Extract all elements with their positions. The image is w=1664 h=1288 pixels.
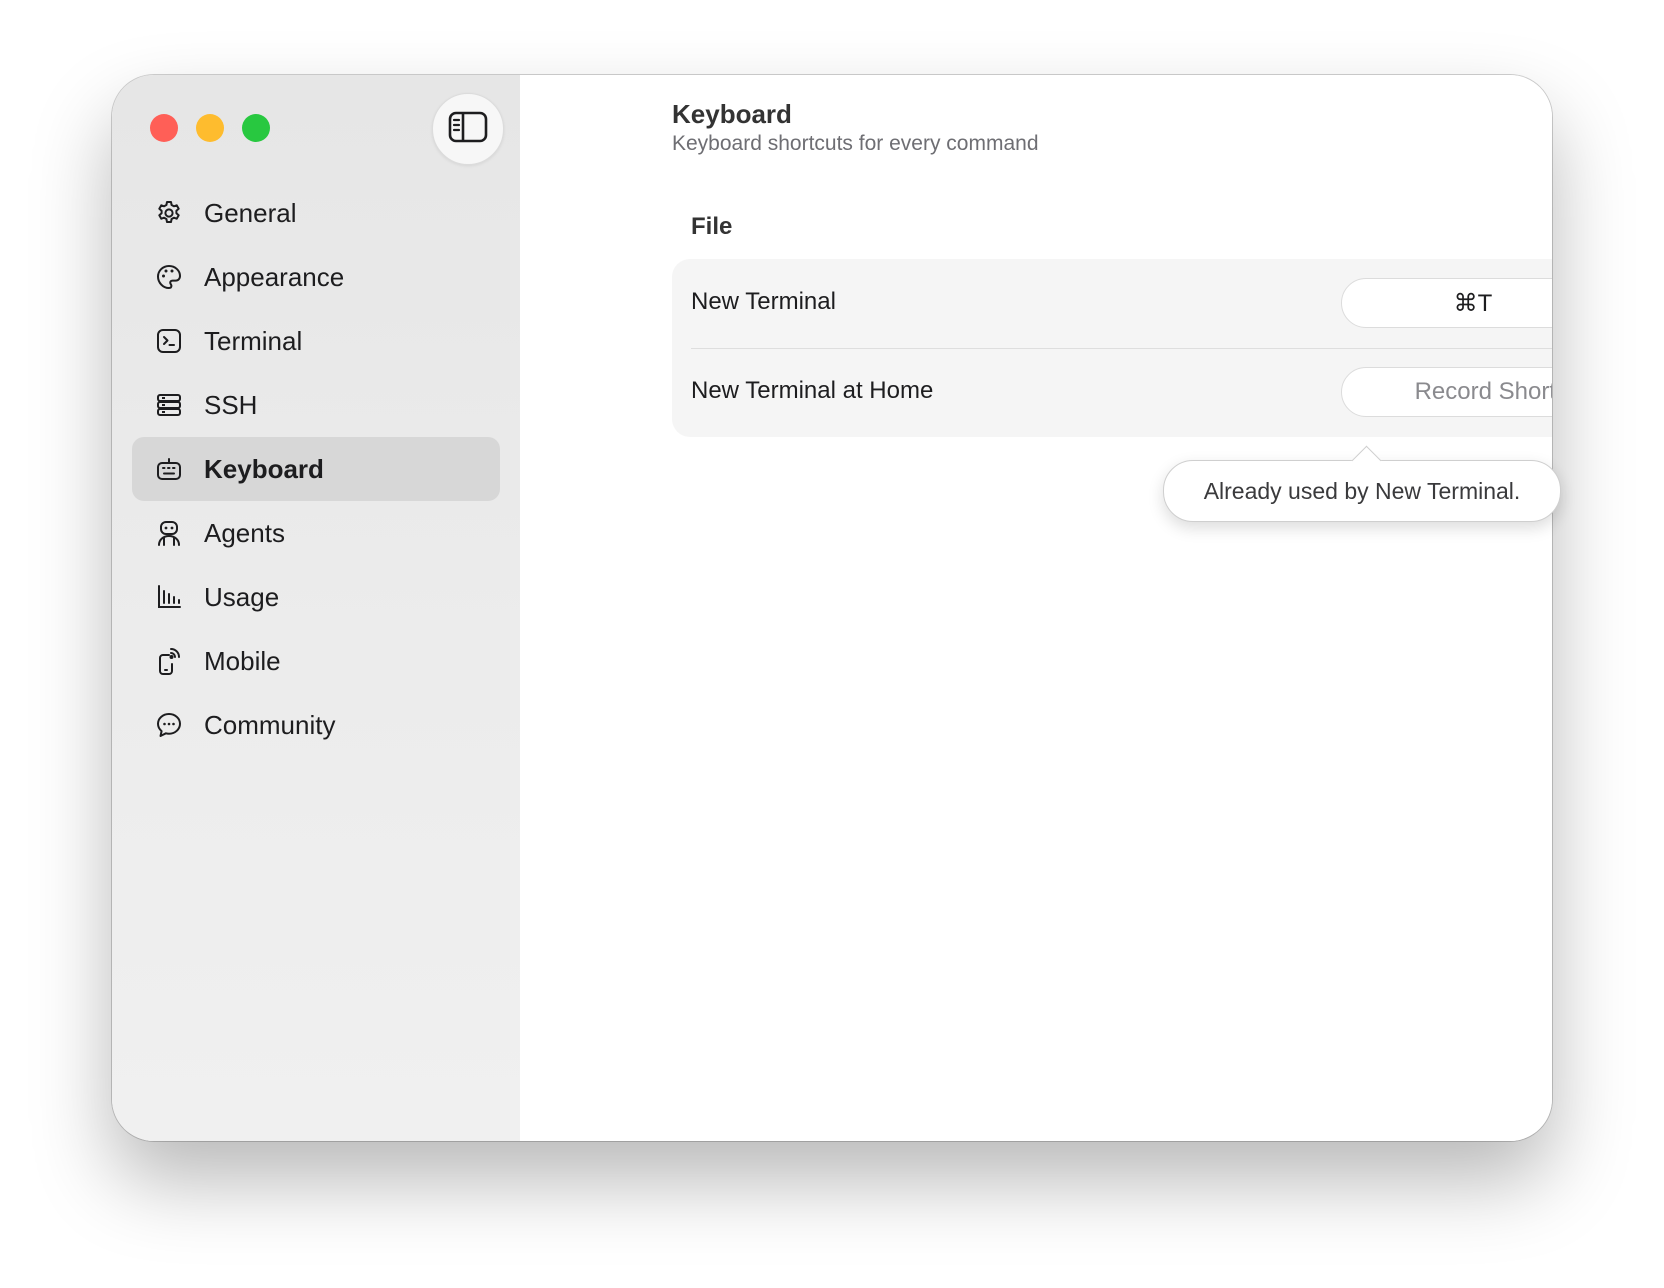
gear-icon (154, 198, 184, 228)
shortcut-row-label: New Terminal (691, 288, 836, 315)
robot-icon (154, 518, 184, 548)
bar-chart-icon (154, 582, 184, 612)
sidebar: General Appearance Terminal SSH Keyboard… (112, 75, 520, 1141)
sidebar-item-community[interactable]: Community (132, 693, 500, 757)
shortcut-row: New Terminal ⌘T (672, 259, 1552, 349)
shortcut-row: New Terminal at Home Record Shortcut (672, 348, 1552, 437)
shortcut-group: New Terminal ⌘T New Terminal at Home Rec… (672, 259, 1552, 437)
sidebar-item-usage[interactable]: Usage (132, 565, 500, 629)
keyboard-icon (154, 454, 184, 484)
sidebar-item-ssh[interactable]: SSH (132, 373, 500, 437)
sidebar-item-general[interactable]: General (132, 181, 500, 245)
close-window-button[interactable] (150, 114, 178, 142)
conflict-tooltip: Already used by New Terminal. (1163, 445, 1561, 522)
palette-icon (154, 262, 184, 292)
settings-window: General Appearance Terminal SSH Keyboard… (112, 75, 1561, 1141)
shortcut-recorder-button[interactable]: ⌘T (1341, 278, 1552, 328)
section-title: File (691, 213, 733, 240)
sidebar-left-icon (448, 111, 488, 148)
sidebar-item-label: Usage (204, 581, 280, 612)
sidebar-item-label: Keyboard (204, 453, 324, 484)
mobile-signal-icon (154, 646, 184, 676)
page-subtitle: Keyboard shortcuts for every command (672, 132, 1039, 155)
minimize-window-button[interactable] (196, 114, 224, 142)
shortcut-row-label: New Terminal at Home (691, 377, 934, 404)
sidebar-item-label: General (204, 197, 297, 228)
record-shortcut-button[interactable]: Record Shortcut (1341, 367, 1552, 417)
sidebar-item-keyboard[interactable]: Keyboard (132, 437, 500, 501)
sidebar-toggle-button[interactable] (432, 93, 504, 165)
sidebar-item-mobile[interactable]: Mobile (132, 629, 500, 693)
sidebar-item-label: Terminal (204, 325, 303, 356)
maximize-window-button[interactable] (242, 114, 270, 142)
sidebar-item-label: Appearance (204, 261, 345, 292)
page-title: Keyboard (672, 99, 792, 129)
tooltip-text: Already used by New Terminal. (1203, 477, 1521, 504)
sidebar-item-label: SSH (204, 389, 258, 420)
server-icon (154, 390, 184, 420)
sidebar-item-label: Mobile (204, 645, 281, 676)
terminal-icon (154, 326, 184, 356)
sidebar-item-appearance[interactable]: Appearance (132, 245, 500, 309)
main-content: Keyboard Keyboard shortcuts for every co… (520, 75, 1552, 1141)
sidebar-item-terminal[interactable]: Terminal (132, 309, 500, 373)
settings-nav: General Appearance Terminal SSH Keyboard… (132, 181, 500, 757)
sidebar-item-label: Agents (204, 517, 285, 548)
sidebar-item-agents[interactable]: Agents (132, 501, 500, 565)
chat-bubble-icon (154, 710, 184, 740)
sidebar-item-label: Community (204, 709, 336, 740)
